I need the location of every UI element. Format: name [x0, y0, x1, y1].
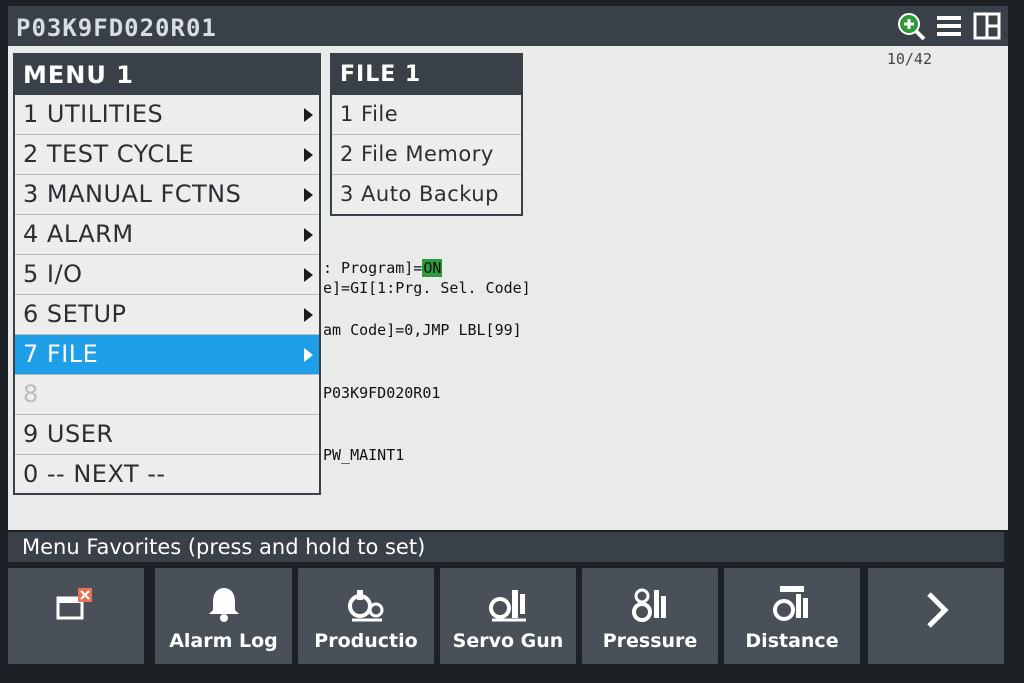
- pressure-button[interactable]: Pressure: [582, 568, 718, 664]
- submenu-item-file-memory[interactable]: 2 File Memory: [332, 135, 521, 175]
- menu-item-test-cycle[interactable]: 2 TEST CYCLE: [15, 135, 319, 175]
- window-close-icon: [8, 582, 144, 622]
- menu-item-utilities[interactable]: 1 UTILITIES: [15, 95, 319, 135]
- top-icons: [896, 11, 1002, 41]
- submenu-arrow-icon: [304, 188, 313, 202]
- main-menu: MENU 1 1 UTILITIES 2 TEST CYCLE 3 MANUAL…: [13, 53, 321, 495]
- submenu-arrow-icon: [304, 268, 313, 282]
- hamburger-menu-icon[interactable]: [934, 11, 964, 41]
- program-line[interactable]: am Code]=0,JMP LBL[99]: [323, 321, 522, 339]
- servo-gun-button[interactable]: Servo Gun: [440, 568, 576, 664]
- menu-item-setup[interactable]: 6 SETUP: [15, 295, 319, 335]
- window-layout-icon[interactable]: [972, 11, 1002, 41]
- pressure-icon: [582, 582, 718, 622]
- submenu-arrow-icon: [304, 108, 313, 122]
- production-button[interactable]: Productio: [298, 568, 434, 664]
- function-key-bar: Alarm Log Productio Servo Gun Pressure D…: [8, 568, 1006, 665]
- menu-item-alarm[interactable]: 4 ALARM: [15, 215, 319, 255]
- submenu-arrow-icon: [304, 348, 313, 362]
- menu-item-manual-fctns[interactable]: 3 MANUAL FCTNS: [15, 175, 319, 215]
- alarm-log-button[interactable]: Alarm Log: [155, 568, 292, 664]
- next-page-button[interactable]: [868, 568, 1004, 664]
- file-submenu: FILE 1 1 File 2 File Memory 3 Auto Backu…: [330, 53, 523, 216]
- top-status-bar: P03K9FD020R01: [8, 6, 1008, 46]
- line-position: 10/42: [886, 50, 932, 68]
- menu-item-8: 8: [15, 375, 319, 415]
- distance-icon: [724, 582, 860, 622]
- menu-item-user[interactable]: 9 USER: [15, 415, 319, 455]
- submenu-item-auto-backup[interactable]: 3 Auto Backup: [332, 175, 521, 215]
- menu-item-next[interactable]: 0 -- NEXT --: [15, 455, 319, 495]
- program-title: P03K9FD020R01: [16, 14, 217, 42]
- menu-title: MENU 1: [15, 55, 319, 95]
- submenu-arrow-icon: [304, 308, 313, 322]
- program-line[interactable]: P03K9FD020R01: [323, 384, 440, 402]
- submenu-arrow-icon: [304, 148, 313, 162]
- program-line[interactable]: e]=GI[1:Prg. Sel. Code]: [323, 279, 531, 297]
- program-line[interactable]: PW_MAINT1: [323, 446, 404, 464]
- on-highlight: ON: [422, 259, 443, 277]
- servo-gun-icon: [440, 582, 576, 622]
- submenu-item-file[interactable]: 1 File: [332, 95, 521, 135]
- menu-item-file[interactable]: 7 FILE: [15, 335, 319, 375]
- distance-button[interactable]: Distance: [724, 568, 860, 664]
- menu-item-io[interactable]: 5 I/O: [15, 255, 319, 295]
- submenu-arrow-icon: [304, 228, 313, 242]
- submenu-title: FILE 1: [332, 55, 521, 95]
- bell-icon: [155, 582, 292, 622]
- program-line[interactable]: : Program]=ON: [323, 259, 443, 277]
- zoom-in-icon[interactable]: [896, 11, 926, 41]
- menu-favorites-bar: Menu Favorites (press and hold to set): [8, 532, 1004, 562]
- chevron-right-icon: [868, 590, 1004, 630]
- close-window-button[interactable]: [8, 568, 144, 664]
- production-icon: [298, 582, 434, 622]
